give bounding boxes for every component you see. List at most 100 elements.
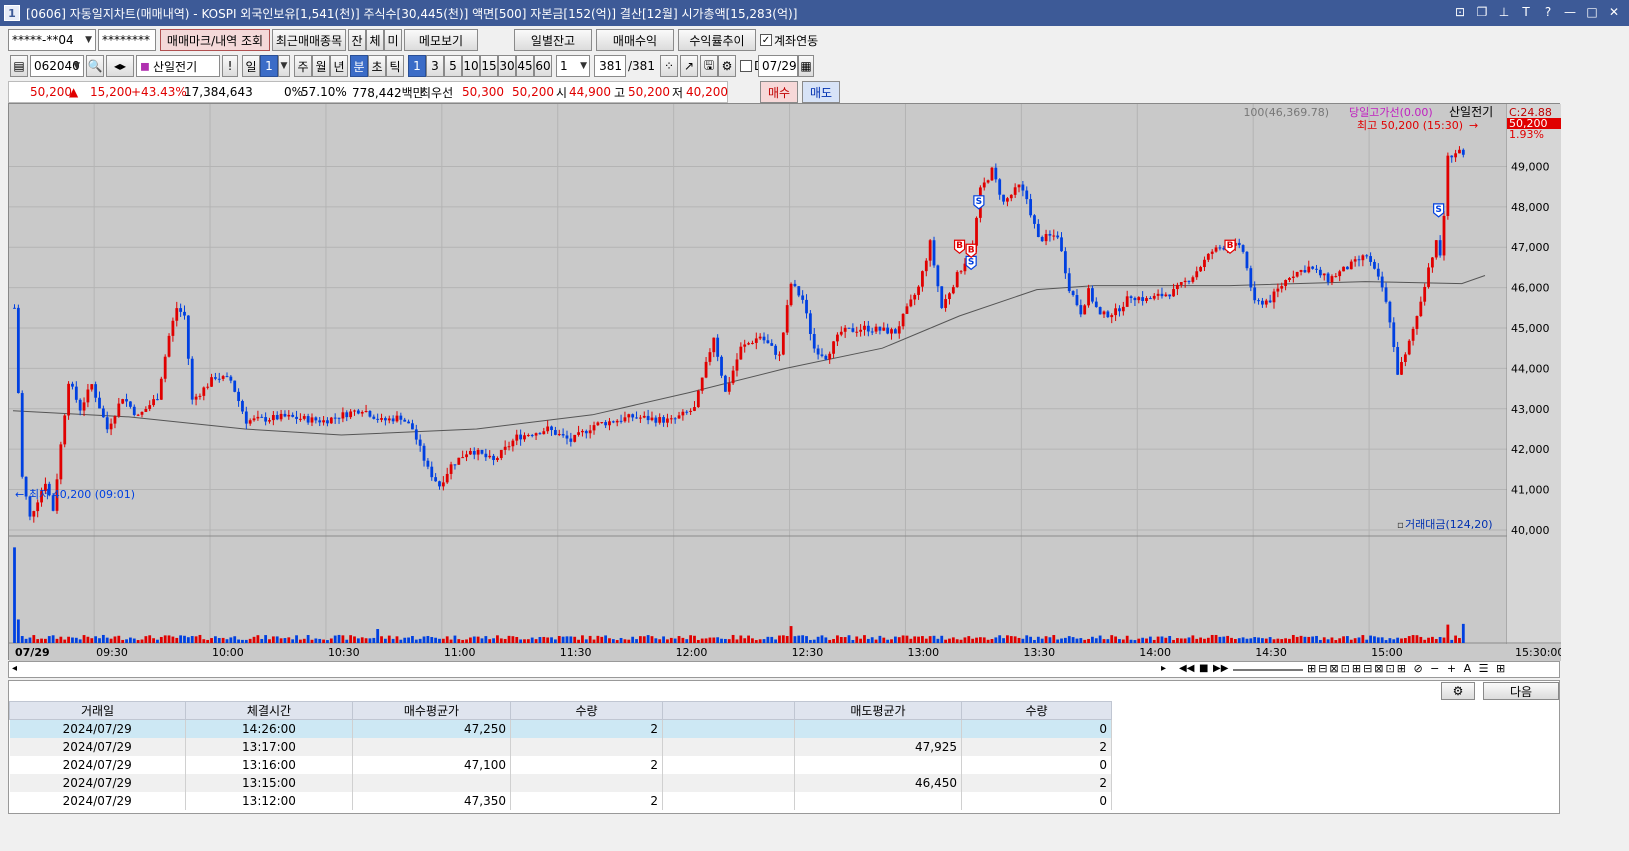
chart-scrollbar[interactable]: ◂ ▸ ◀◀ ■ ▶▶ ⊞⊟⊠⊡⊞⊟⊠⊡⊞ ⊘ − + A ☰ ⊞ (8, 661, 1560, 678)
volume-bar (1442, 637, 1446, 643)
forward-icon[interactable]: ▶▶ (1213, 663, 1228, 674)
day-button[interactable]: 일 (242, 55, 260, 77)
password-field[interactable]: ******** (98, 29, 156, 51)
col-sell-avg[interactable]: 매도평균가 (794, 701, 962, 720)
table-row[interactable]: 2024/07/29 13:12:00 47,350 2 0 (9, 791, 1112, 810)
volume-bar (1261, 638, 1264, 643)
cell-sell-qty: 0 (961, 719, 1112, 738)
volume-bar (1083, 639, 1087, 643)
recent-trades-button[interactable]: 최근매매종목 (272, 29, 346, 51)
close-icon[interactable]: ✕ (1605, 3, 1623, 21)
candle-body (863, 325, 866, 330)
second-button[interactable]: 초 (368, 55, 386, 77)
interval-45-button[interactable]: 45 (516, 55, 534, 77)
table-row[interactable]: 2024/07/29 13:15:00 46,450 2 (9, 773, 1112, 792)
candle-body (468, 450, 472, 455)
n-select[interactable]: 1 ▼ (556, 55, 590, 77)
stock-name-field[interactable]: ◼ 산일전기 (136, 55, 220, 77)
yield-trend-button[interactable]: 수익률추이 (678, 29, 756, 51)
search-icon[interactable]: 🔍 (86, 55, 104, 77)
scroll-right-icon[interactable]: ▸ (1161, 663, 1166, 674)
rewind-icon[interactable]: ◀◀ (1179, 663, 1194, 674)
volume-bar (1365, 639, 1369, 643)
prev-next-icon[interactable]: ◂▸ (106, 55, 134, 77)
interval-10-button[interactable]: 10 (462, 55, 480, 77)
maximize-icon[interactable]: □ (1583, 3, 1601, 21)
interval-1-button[interactable]: 1 (408, 55, 426, 77)
zoom-slider[interactable] (1233, 669, 1303, 671)
trade-profit-button[interactable]: 매매수익 (596, 29, 674, 51)
candle-body (1203, 259, 1206, 268)
save-icon[interactable]: 🖫 (700, 55, 718, 77)
cell-time: 13:16:00 (185, 755, 353, 774)
interval-3-button[interactable]: 3 (426, 55, 444, 77)
day-n-button[interactable]: 1 (260, 55, 278, 77)
chevron-down-icon[interactable]: ▼ (278, 55, 290, 77)
volume-bar (449, 639, 453, 643)
code-select[interactable]: 062040 ▼ (30, 55, 84, 77)
pin-icon[interactable]: ⊥ (1495, 3, 1513, 21)
table-row[interactable]: 2024/07/29 13:16:00 47,100 2 0 (9, 755, 1112, 774)
checkbox-checked-icon: ✓ (760, 34, 772, 46)
scroll-left-icon[interactable]: ◂ (12, 663, 17, 674)
calendar-icon[interactable]: ▦ (798, 55, 814, 77)
year-button[interactable]: 년 (330, 55, 348, 77)
week-button[interactable]: 주 (294, 55, 312, 77)
count-input[interactable]: 381 (594, 55, 626, 77)
volume-bar (785, 636, 789, 643)
balance-button[interactable]: 잔 (348, 29, 366, 51)
buy-button[interactable]: 매수 (760, 81, 798, 103)
sell-button[interactable]: 매도 (802, 81, 840, 103)
pattern-icon[interactable]: ⁘ (660, 55, 678, 77)
daily-balance-button[interactable]: 일별잔고 (514, 29, 592, 51)
table-row[interactable]: 2024/07/29 14:26:00 47,250 2 0 (9, 719, 1112, 738)
minute-button[interactable]: 분 (350, 55, 368, 77)
col-buy-qty[interactable]: 수량 (510, 701, 663, 720)
candle-body (78, 399, 82, 411)
trade-mark-button[interactable]: 매매마크/내역 조회 (160, 29, 270, 51)
high-annotation: 최고 50,200 (15:30) (1357, 119, 1463, 132)
date-input[interactable]: 07/29 (758, 55, 798, 77)
candle-body (766, 340, 770, 344)
volume-legend-icon: ▫ (1397, 520, 1404, 531)
price-volume-chart[interactable]: 49,000 48,000 47,000 46,000 45,000 44,000 43,0… (9, 104, 1564, 661)
stop-icon[interactable]: ■ (1199, 663, 1208, 674)
interval-30-button[interactable]: 30 (498, 55, 516, 77)
gear-icon[interactable]: ⚙ (718, 55, 736, 77)
draw-icon[interactable]: ↗ (680, 55, 698, 77)
account-select[interactable]: *****-**04 ▼ (8, 29, 96, 51)
alert-button[interactable]: ! (222, 55, 238, 77)
account-link-checkbox[interactable]: ✓ 계좌연동 (760, 29, 818, 51)
candle-body (318, 420, 322, 423)
chart-area[interactable]: 49,000 48,000 47,000 46,000 45,000 44,000 43,0… (8, 103, 1564, 661)
col-time[interactable]: 체결시간 (185, 701, 353, 720)
minimize-icon[interactable]: — (1561, 3, 1579, 21)
month-button[interactable]: 월 (312, 55, 330, 77)
font-icon[interactable]: T (1517, 3, 1535, 21)
ma-line (12, 275, 1486, 436)
filled-button[interactable]: 체 (366, 29, 384, 51)
candle-body (581, 430, 584, 433)
panel-icon[interactable]: ▤ (10, 55, 28, 77)
volume-bar (1125, 635, 1129, 643)
col-sell-qty[interactable]: 수량 (961, 701, 1112, 720)
table-body: 2024/07/29 14:26:00 47,250 2 0 2024/07/2… (9, 719, 1112, 810)
next-button[interactable]: 다음 (1483, 682, 1559, 700)
help-icon[interactable]: ? (1539, 3, 1557, 21)
link-icon[interactable]: ⊡ (1451, 3, 1469, 21)
interval-15-button[interactable]: 15 (480, 55, 498, 77)
unfilled-button[interactable]: 미 (384, 29, 402, 51)
volume-bar (859, 638, 863, 643)
chart-tools-icon[interactable]: ⊞⊟⊠⊡⊞⊟⊠⊡⊞ ⊘ − + A ☰ ⊞ (1307, 662, 1507, 675)
trade-marker-label: S (968, 257, 974, 267)
copy-icon[interactable]: ❐ (1473, 3, 1491, 21)
interval-5-button[interactable]: 5 (444, 55, 462, 77)
tick-button[interactable]: 틱 (386, 55, 404, 77)
gear-icon[interactable]: ⚙ (1441, 682, 1475, 700)
volume-bar (299, 639, 302, 643)
col-buy-avg[interactable]: 매수평균가 (352, 701, 511, 720)
interval-60-button[interactable]: 60 (534, 55, 552, 77)
col-date[interactable]: 거래일 (9, 701, 186, 720)
table-row[interactable]: 2024/07/29 13:17:00 47,925 2 (9, 737, 1112, 756)
memo-button[interactable]: 메모보기 (404, 29, 478, 51)
